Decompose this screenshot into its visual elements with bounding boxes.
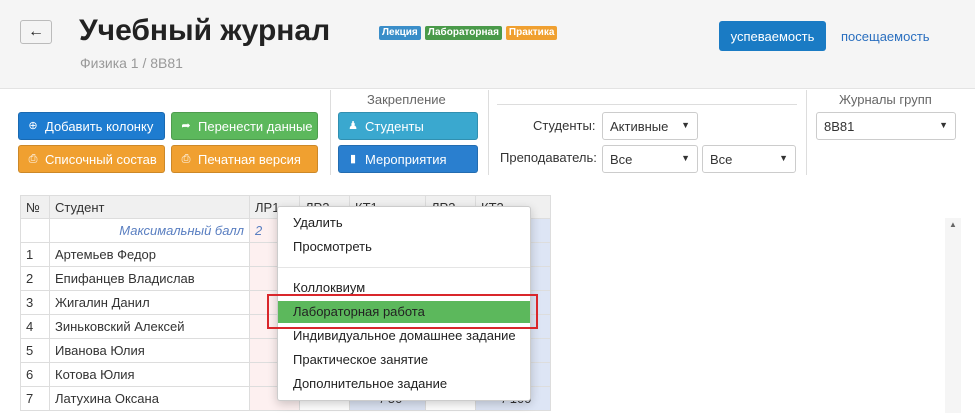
student-name[interactable]: Котова Юлия [49,362,250,387]
share-arrow-icon: ➦ [181,120,191,132]
student-name[interactable]: Иванова Юлия [49,338,250,363]
page-header: ← Учебный журнал Физика 1 / 8В81 Лекция … [0,0,975,89]
caret-down-icon: ▼ [779,153,788,163]
badge-practice: Практика [505,26,558,40]
caret-down-icon: ▼ [939,120,948,130]
arrow-left-icon: ← [28,23,44,40]
row-number: 5 [20,338,50,363]
back-button[interactable]: ← [20,20,52,44]
pin-section-label: Закрепление [367,92,446,107]
vertical-scrollbar[interactable]: ▲ [945,218,961,413]
plus-circle-icon: ⊕ [28,120,38,132]
menu-item-view[interactable]: Просмотреть [278,236,530,258]
students-filter-select[interactable]: Активные ▼ [602,112,698,140]
divider [806,90,807,175]
scroll-up-icon[interactable]: ▲ [949,220,957,229]
list-composition-button[interactable]: ⎙ Списочный состав [18,145,165,173]
menu-item-practice[interactable]: Практическое занятие [278,349,530,371]
bookmark-icon: ▮ [349,153,357,165]
badge-lab: Лабораторная [424,26,502,40]
max-score-label: Максимальный балл [49,218,250,243]
progress-button[interactable]: успеваемость [719,21,826,51]
student-name[interactable]: Артемьев Федор [49,242,250,267]
row-number: 6 [20,362,50,387]
menu-separator [278,267,530,268]
group-journal-select[interactable]: 8В81 ▼ [816,112,956,140]
teacher-filter-select-2[interactable]: Все ▼ [702,145,796,173]
menu-item-additional[interactable]: Дополнительное задание [278,373,530,395]
page-subtitle: Физика 1 / 8В81 [80,55,183,71]
attendance-link[interactable]: посещаемость [841,29,930,44]
student-name[interactable]: Латухина Оксана [49,386,250,411]
table-cell [20,218,50,243]
page-title: Учебный журнал [79,14,331,47]
add-column-button[interactable]: ⊕ Добавить колонку [18,112,165,140]
row-number: 1 [20,242,50,267]
filters-top-line [497,104,797,105]
pin-events-button[interactable]: ▮ Мероприятия [338,145,478,173]
row-number: 7 [20,386,50,411]
row-number: 3 [20,290,50,315]
student-name[interactable]: Епифанцев Владислав [49,266,250,291]
caret-down-icon: ▼ [681,153,690,163]
student-name[interactable]: Жигалин Данил [49,290,250,315]
students-filter-label: Студенты: [533,118,596,133]
legend-badges: Лекция Лабораторная Практика [379,26,558,40]
col-header-student: Студент [49,195,250,219]
print-version-button[interactable]: ⎙ Печатная версия [171,145,318,173]
highlight-box [267,294,538,329]
user-icon: ♟ [348,120,358,132]
caret-down-icon: ▼ [681,120,690,130]
badge-lecture: Лекция [379,26,421,40]
col-header-num: № [20,195,50,219]
row-number: 2 [20,266,50,291]
row-number: 4 [20,314,50,339]
group-journals-label: Журналы групп [839,92,932,107]
student-name[interactable]: Зиньковский Алексей [49,314,250,339]
print-icon: ⎙ [181,153,191,165]
print-icon: ⎙ [28,153,38,165]
pin-students-button[interactable]: ♟ Студенты [338,112,478,140]
menu-item-delete[interactable]: Удалить [278,212,530,234]
transfer-data-button[interactable]: ➦ Перенести данные [171,112,318,140]
teacher-filter-select[interactable]: Все ▼ [602,145,698,173]
teacher-filter-label: Преподаватель: [500,150,597,165]
divider [488,90,489,175]
divider [330,90,331,175]
